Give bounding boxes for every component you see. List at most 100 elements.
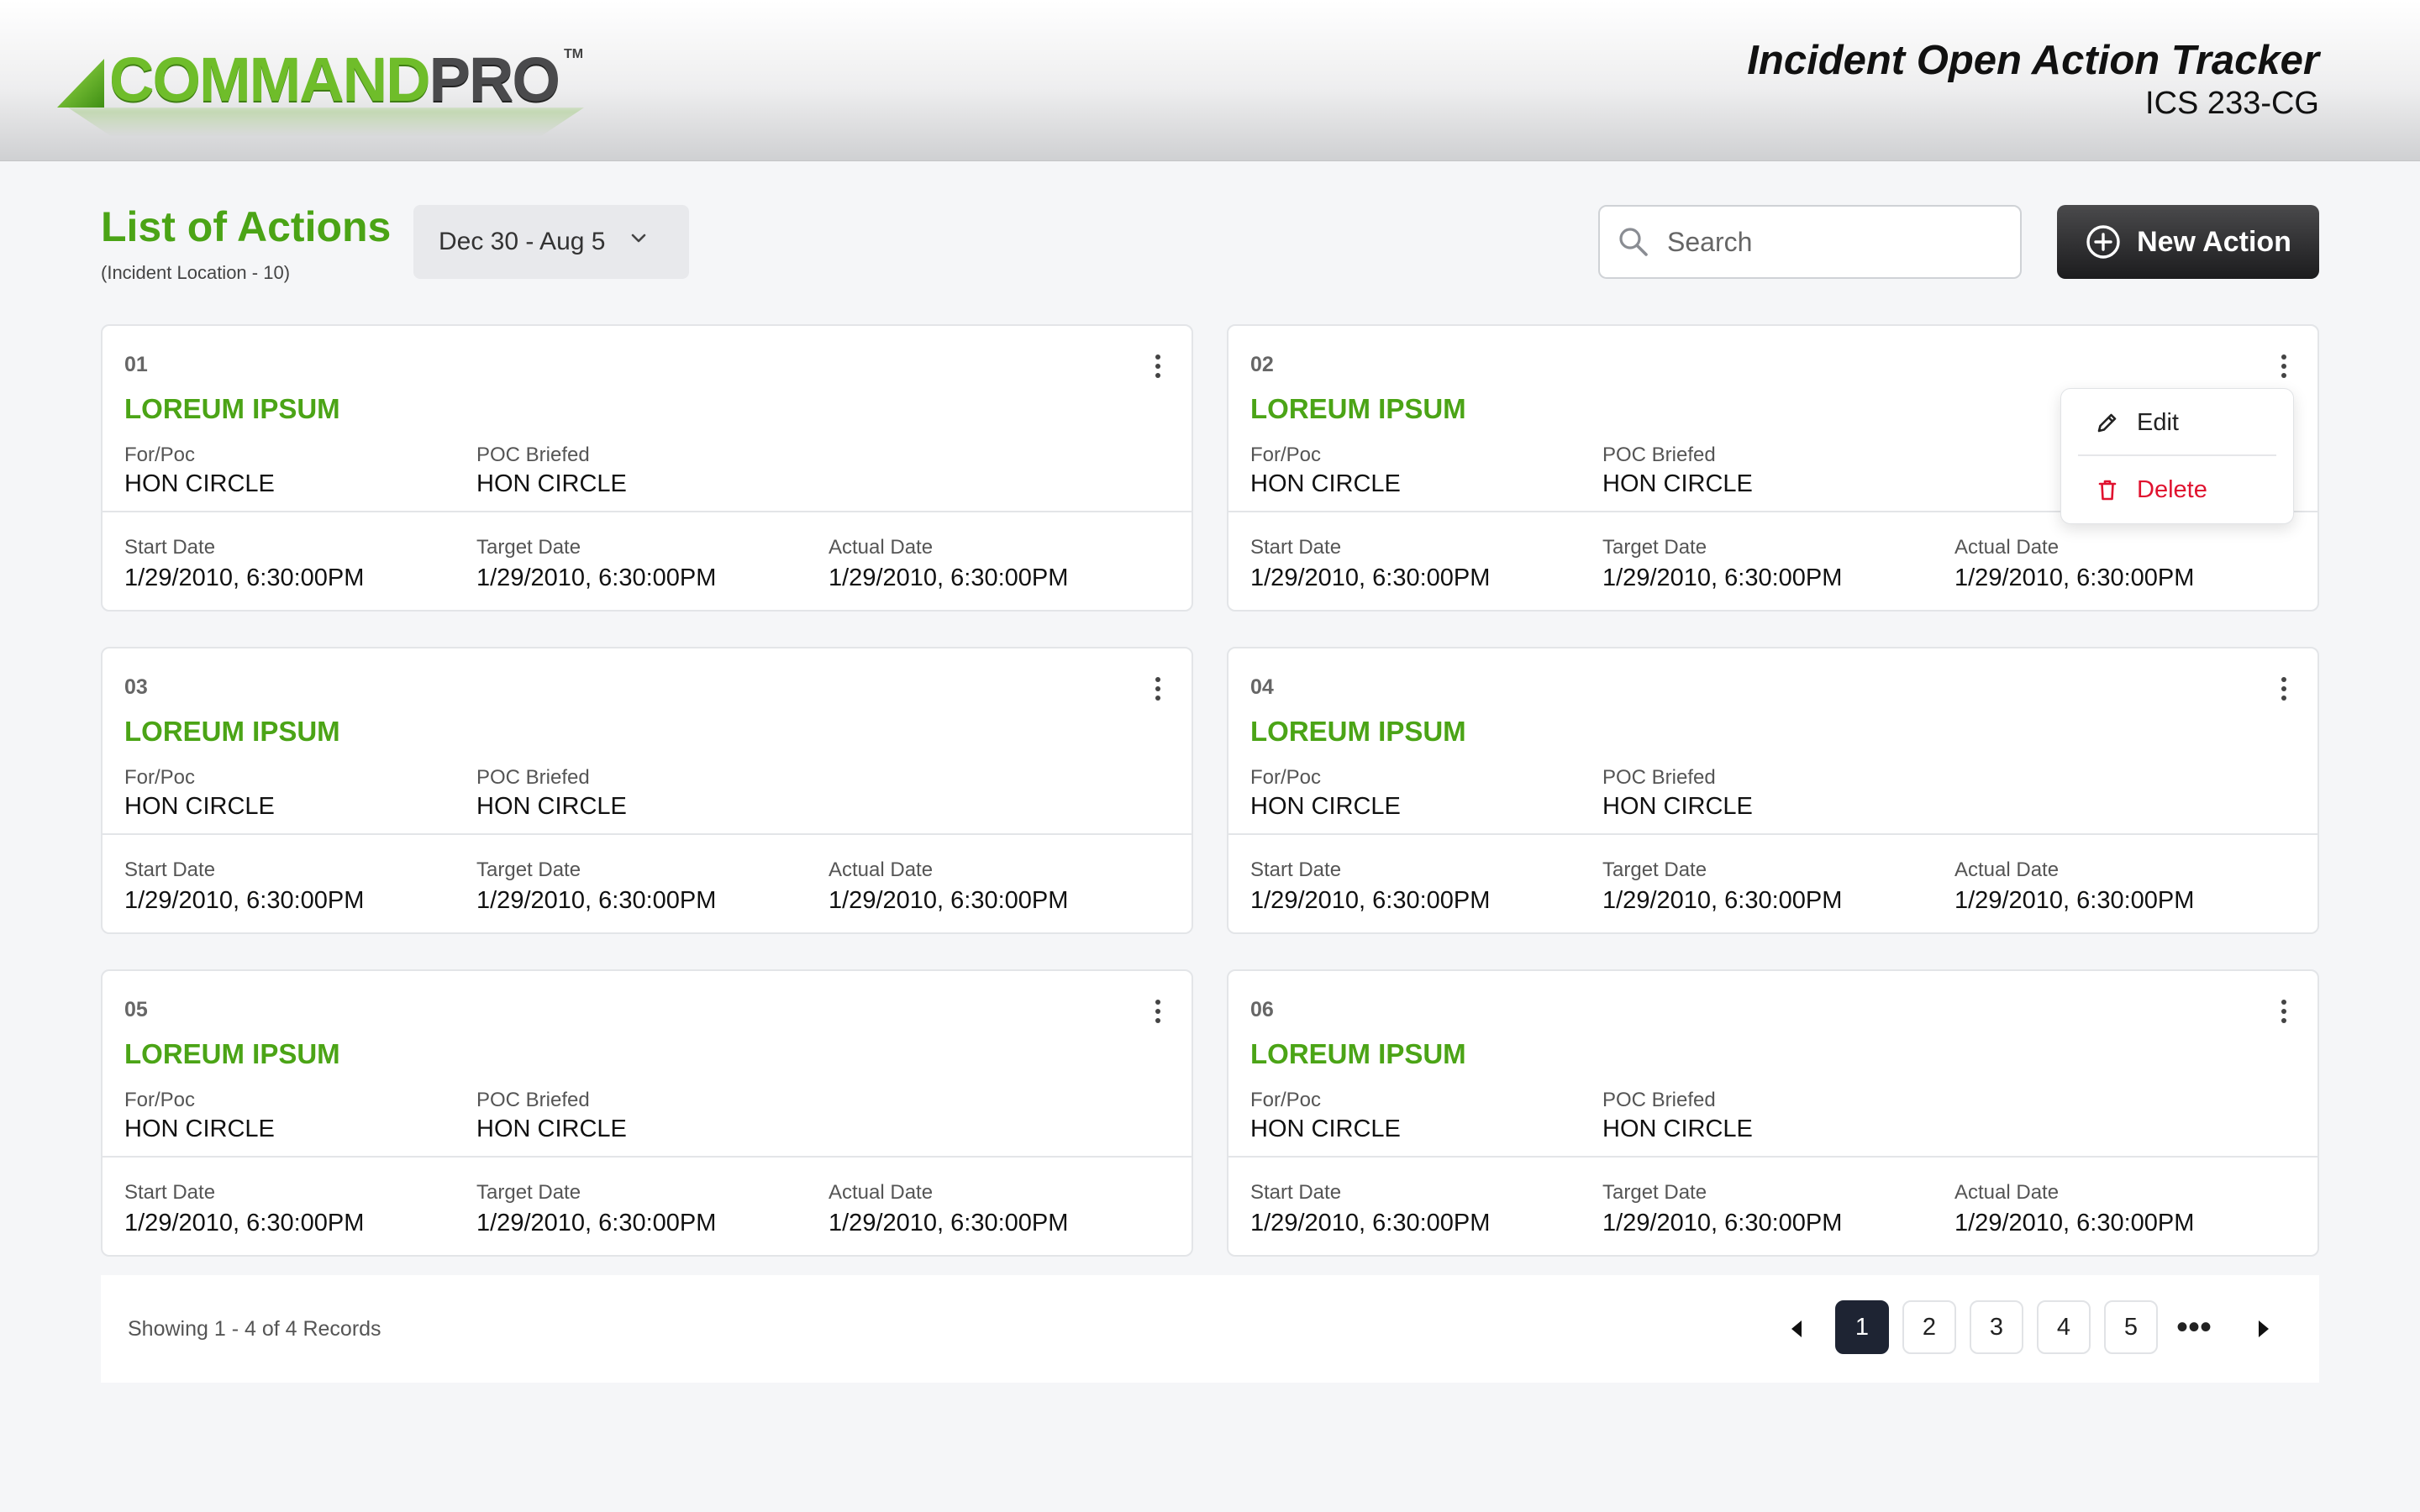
caret-left-icon[interactable] — [1781, 1314, 1812, 1344]
poc-briefed-value: HON CIRCLE — [1602, 793, 1753, 820]
poc-briefed-value: HON CIRCLE — [1602, 470, 1753, 497]
app-title: Incident Open Action Tracker — [1747, 38, 2319, 83]
app-header: COMMAND PRO TM Incident Open Action Tracke… — [0, 0, 2420, 161]
target-date-label: Target Date — [476, 1181, 581, 1204]
kebab-menu-icon[interactable] — [1151, 996, 1165, 1026]
delete-menu-item[interactable]: Delete — [2061, 458, 2293, 522]
card-divider — [1228, 833, 2317, 835]
action-card[interactable]: 03 LOREUM IPSUM For/Poc HON CIRCLE POC B… — [101, 647, 1193, 934]
card-divider — [103, 511, 1192, 512]
edit-menu-item[interactable]: Edit — [2061, 391, 2293, 454]
kebab-menu-icon[interactable] — [1151, 351, 1165, 381]
card-title: LOREUM IPSUM — [124, 393, 340, 424]
action-card[interactable]: 01 LOREUM IPSUM For/Poc HON CIRCLE POC B… — [101, 324, 1193, 612]
delete-label: Delete — [2137, 475, 2207, 503]
caret-right-icon[interactable] — [2249, 1314, 2279, 1344]
search-icon — [1619, 228, 1648, 256]
poc-briefed-label: POC Briefed — [476, 444, 590, 466]
for-poc-value: HON CIRCLE — [1250, 470, 1401, 497]
poc-briefed-label: POC Briefed — [1602, 766, 1716, 789]
logo-text-pro: PRO — [429, 45, 560, 114]
card-divider — [103, 1156, 1192, 1158]
card-number: 01 — [124, 353, 148, 376]
pagination-bar: Showing 1 - 4 of 4 Records 1 2 3 4 5 ••• — [101, 1275, 2319, 1383]
target-date-value: 1/29/2010, 6:30:00PM — [1602, 887, 1843, 914]
card-number: 02 — [1250, 353, 1274, 376]
pencil-icon — [2097, 413, 2117, 433]
chevron-down-icon — [632, 234, 646, 243]
card-title: LOREUM IPSUM — [124, 1038, 340, 1069]
for-poc-label: For/Poc — [1250, 1089, 1322, 1111]
page-button-2[interactable]: 2 — [1902, 1300, 1956, 1354]
for-poc-label: For/Poc — [124, 766, 196, 789]
kebab-menu-icon[interactable] — [2277, 674, 2291, 704]
form-code: ICS 233-CG — [2145, 86, 2319, 121]
actual-date-label: Actual Date — [829, 536, 934, 559]
poc-briefed-label: POC Briefed — [476, 766, 590, 789]
actual-date-label: Actual Date — [1954, 536, 2060, 559]
actual-date-label: Actual Date — [1954, 1181, 2060, 1204]
logo-mark — [57, 59, 104, 108]
page-button-4[interactable]: 4 — [2037, 1300, 2091, 1354]
commandpro-logo: COMMAND PRO TM — [57, 47, 612, 139]
date-range-value: Dec 30 - Aug 5 — [439, 228, 606, 255]
for-poc-value: HON CIRCLE — [124, 793, 275, 820]
page-button-1[interactable]: 1 — [1835, 1300, 1889, 1354]
card-number: 05 — [124, 998, 148, 1021]
poc-briefed-value: HON CIRCLE — [476, 793, 627, 820]
kebab-menu-icon[interactable] — [1151, 674, 1165, 704]
actual-date-value: 1/29/2010, 6:30:00PM — [829, 887, 1069, 914]
for-poc-label: For/Poc — [124, 444, 196, 466]
kebab-menu-icon[interactable] — [2277, 996, 2291, 1026]
menu-divider — [2078, 454, 2276, 456]
card-number: 03 — [124, 675, 148, 699]
card-divider — [103, 833, 1192, 835]
search-box[interactable] — [1598, 205, 2022, 279]
start-date-value: 1/29/2010, 6:30:00PM — [124, 564, 365, 591]
target-date-label: Target Date — [476, 536, 581, 559]
actual-date-label: Actual Date — [1954, 858, 2060, 881]
poc-briefed-value: HON CIRCLE — [1602, 1116, 1753, 1142]
edit-label: Edit — [2137, 408, 2179, 436]
search-input[interactable] — [1667, 226, 1986, 258]
start-date-value: 1/29/2010, 6:30:00PM — [124, 887, 365, 914]
card-title: LOREUM IPSUM — [1250, 1038, 1466, 1069]
target-date-value: 1/29/2010, 6:30:00PM — [476, 564, 717, 591]
records-count: Showing 1 - 4 of 4 Records — [128, 1317, 381, 1341]
action-card[interactable]: 04 LOREUM IPSUM For/Poc HON CIRCLE POC B… — [1227, 647, 2319, 934]
card-title: LOREUM IPSUM — [124, 716, 340, 747]
poc-briefed-value: HON CIRCLE — [476, 1116, 627, 1142]
target-date-value: 1/29/2010, 6:30:00PM — [1602, 564, 1843, 591]
new-action-button[interactable]: New Action — [2057, 205, 2319, 279]
card-divider — [1228, 1156, 2317, 1158]
start-date-value: 1/29/2010, 6:30:00PM — [1250, 1210, 1491, 1236]
logo-text-command: COMMAND — [109, 45, 431, 114]
more-pages[interactable]: ••• — [2176, 1302, 2212, 1352]
for-poc-value: HON CIRCLE — [124, 1116, 275, 1142]
poc-briefed-value: HON CIRCLE — [476, 470, 627, 497]
actual-date-value: 1/29/2010, 6:30:00PM — [829, 564, 1069, 591]
card-number: 04 — [1250, 675, 1274, 699]
page-subtitle: (Incident Location - 10) — [101, 262, 291, 283]
app-title-block: Incident Open Action Tracker ICS 233-CG — [1747, 37, 2319, 123]
for-poc-value: HON CIRCLE — [1250, 1116, 1401, 1142]
page-button-5[interactable]: 5 — [2104, 1300, 2158, 1354]
actual-date-label: Actual Date — [829, 1181, 934, 1204]
target-date-label: Target Date — [1602, 858, 1707, 881]
for-poc-value: HON CIRCLE — [124, 470, 275, 497]
poc-briefed-label: POC Briefed — [1602, 444, 1716, 466]
for-poc-label: For/Poc — [1250, 444, 1322, 466]
date-range-select[interactable]: Dec 30 - Aug 5 — [413, 205, 689, 279]
card-number: 06 — [1250, 998, 1274, 1021]
kebab-menu-icon[interactable] — [2277, 351, 2291, 381]
page-button-3[interactable]: 3 — [1970, 1300, 2023, 1354]
target-date-label: Target Date — [1602, 1181, 1707, 1204]
poc-briefed-label: POC Briefed — [476, 1089, 590, 1111]
start-date-label: Start Date — [124, 858, 216, 881]
action-card[interactable]: 05 LOREUM IPSUM For/Poc HON CIRCLE POC B… — [101, 969, 1193, 1257]
action-card[interactable]: 06 LOREUM IPSUM For/Poc HON CIRCLE POC B… — [1227, 969, 2319, 1257]
target-date-label: Target Date — [476, 858, 581, 881]
target-date-label: Target Date — [1602, 536, 1707, 559]
card-title: LOREUM IPSUM — [1250, 393, 1466, 424]
for-poc-label: For/Poc — [1250, 766, 1322, 789]
